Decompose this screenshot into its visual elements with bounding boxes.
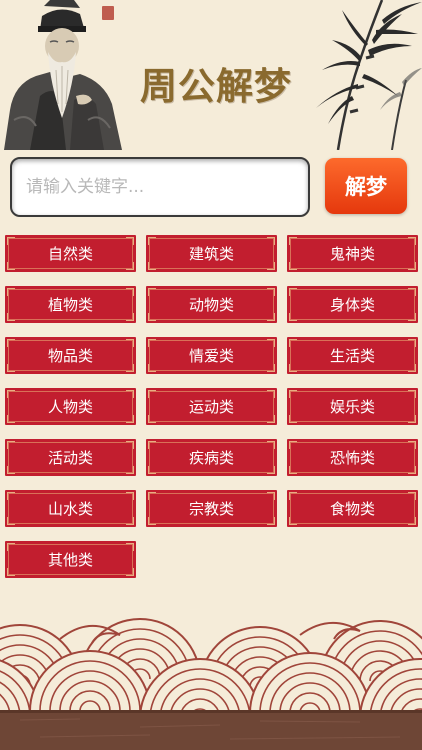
header: 周公解梦 bbox=[0, 0, 422, 150]
category-label: 山水类 bbox=[47, 500, 93, 518]
category-illness[interactable]: 疾病类 bbox=[146, 439, 277, 476]
category-label: 情爱类 bbox=[188, 347, 234, 365]
category-label: 运动类 bbox=[188, 398, 234, 416]
category-grid: 自然类 建筑类 鬼神类 植物类 动物类 身体类 物品类 情爱类 生活类 人物类 … bbox=[5, 235, 418, 578]
category-objects[interactable]: 物品类 bbox=[5, 337, 136, 374]
category-label: 人物类 bbox=[47, 398, 93, 416]
category-entertainment[interactable]: 娱乐类 bbox=[287, 388, 418, 425]
category-label: 身体类 bbox=[329, 296, 375, 314]
category-label: 动物类 bbox=[188, 296, 234, 314]
category-label: 建筑类 bbox=[188, 245, 234, 263]
category-animals[interactable]: 动物类 bbox=[146, 286, 277, 323]
category-plants[interactable]: 植物类 bbox=[5, 286, 136, 323]
category-label: 娱乐类 bbox=[329, 398, 375, 416]
category-label: 宗教类 bbox=[188, 500, 234, 518]
category-life[interactable]: 生活类 bbox=[287, 337, 418, 374]
category-architecture[interactable]: 建筑类 bbox=[146, 235, 277, 272]
category-label: 鬼神类 bbox=[329, 245, 375, 263]
category-label: 生活类 bbox=[329, 347, 375, 365]
category-label: 恐怖类 bbox=[329, 449, 375, 467]
category-sports[interactable]: 运动类 bbox=[146, 388, 277, 425]
category-label: 植物类 bbox=[47, 296, 93, 314]
bamboo-ink-icon bbox=[316, 0, 422, 150]
search-button[interactable]: 解梦 bbox=[325, 158, 407, 214]
category-label: 其他类 bbox=[47, 551, 93, 569]
category-food[interactable]: 食物类 bbox=[287, 490, 418, 527]
category-people[interactable]: 人物类 bbox=[5, 388, 136, 425]
category-horror[interactable]: 恐怖类 bbox=[287, 439, 418, 476]
app-screen: 周公解梦 解梦 自然 bbox=[0, 0, 422, 750]
category-label: 食物类 bbox=[329, 500, 375, 518]
app-title: 周公解梦 bbox=[140, 65, 292, 108]
category-body[interactable]: 身体类 bbox=[287, 286, 418, 323]
category-love[interactable]: 情爱类 bbox=[146, 337, 277, 374]
category-label: 疾病类 bbox=[188, 449, 234, 467]
search-input[interactable] bbox=[10, 157, 310, 217]
wave-decoration bbox=[0, 618, 422, 750]
category-label: 自然类 bbox=[47, 245, 93, 263]
category-religion[interactable]: 宗教类 bbox=[146, 490, 277, 527]
sage-portrait-icon bbox=[4, 0, 122, 150]
category-activities[interactable]: 活动类 bbox=[5, 439, 136, 476]
seal-mark bbox=[102, 6, 114, 20]
category-other[interactable]: 其他类 bbox=[5, 541, 136, 578]
category-landscape[interactable]: 山水类 bbox=[5, 490, 136, 527]
category-ghosts-gods[interactable]: 鬼神类 bbox=[287, 235, 418, 272]
category-nature[interactable]: 自然类 bbox=[5, 235, 136, 272]
category-label: 物品类 bbox=[47, 347, 93, 365]
category-label: 活动类 bbox=[47, 449, 93, 467]
